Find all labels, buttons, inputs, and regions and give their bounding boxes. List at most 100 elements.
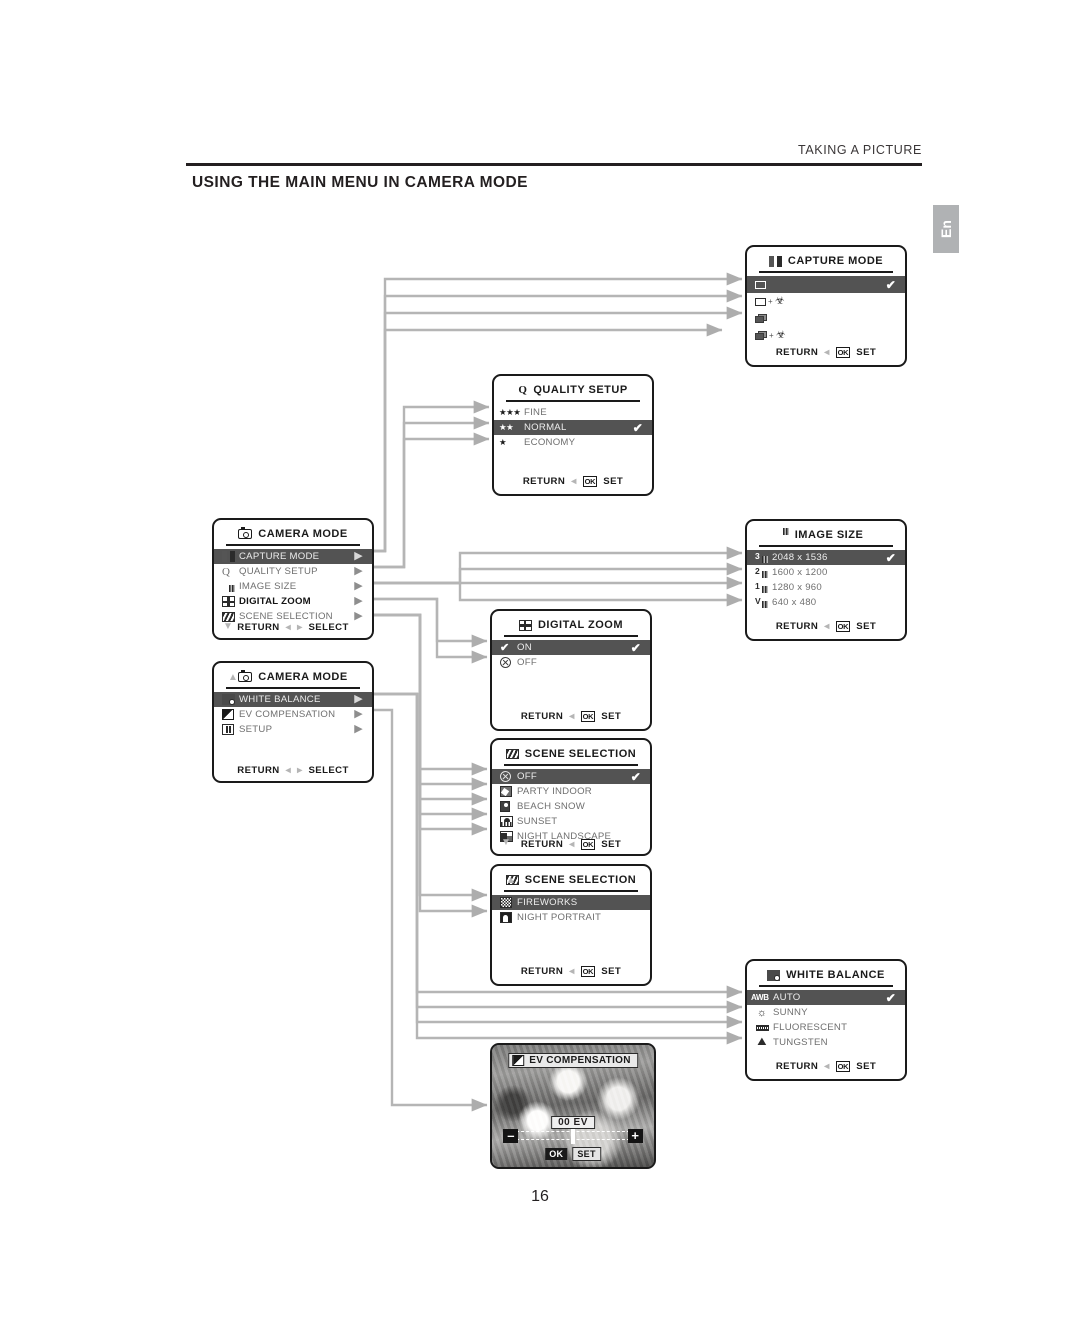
scene-selection-icon (222, 611, 239, 622)
ok-button[interactable]: OK (580, 711, 596, 722)
single-frame-icon (755, 280, 772, 289)
set-button[interactable]: SET (572, 1147, 601, 1161)
screen-footer: OK SET (545, 1147, 601, 1161)
ok-button[interactable]: OK (835, 621, 851, 632)
chevron-right-icon: ▶ (354, 723, 363, 735)
menu-item-640x480[interactable]: V 640 x 480 (747, 595, 905, 610)
menu-item-wb-auto[interactable]: AWB AUTO ✔ (747, 990, 905, 1005)
menu-item-label: 640 x 480 (772, 597, 817, 608)
menu-item-beach-snow[interactable]: BEACH SNOW (492, 799, 650, 814)
screen-scene-selection-page2: SCENE SELECTION ▲ FIREWORKS NIGHT PORTRA… (490, 864, 652, 986)
menu-item-wb-fluorescent[interactable]: FLUORESCENT (747, 1020, 905, 1035)
ev-slider-handle[interactable] (571, 1129, 575, 1144)
ok-button[interactable]: OK (580, 839, 596, 850)
menu-item-label: BEACH SNOW (517, 801, 586, 812)
screen-capture-mode: CAPTURE MODE ✔ + ☣ + ☣ RETURN ◂ OK SET (745, 245, 907, 367)
set-label[interactable]: SET (856, 1061, 876, 1072)
set-label[interactable]: SET (603, 476, 623, 487)
return-label[interactable]: RETURN (776, 347, 818, 358)
ok-button[interactable]: OK (580, 966, 596, 977)
select-label[interactable]: SELECT (308, 765, 348, 776)
menu-item-1600x1200[interactable]: 2 1600 x 1200 (747, 565, 905, 580)
setup-icon (222, 724, 239, 735)
menu-item-label: OFF (517, 657, 537, 668)
menu-item-quality-setup[interactable]: Q QUALITY SETUP ▶ (214, 564, 372, 579)
menu-item-fireworks[interactable]: FIREWORKS (492, 895, 650, 910)
set-label[interactable]: SET (601, 966, 621, 977)
ev-compensation-icon (512, 1055, 525, 1066)
set-label[interactable]: SET (856, 621, 876, 632)
menu-item-economy[interactable]: ★ ECONOMY (494, 435, 652, 450)
menu-item-normal[interactable]: ★★ NORMAL ✔ (494, 420, 652, 435)
return-label[interactable]: RETURN (521, 839, 563, 850)
menu-item-zoom-on[interactable]: ✔ ON ✔ (492, 640, 650, 655)
ev-slider[interactable] (511, 1129, 635, 1144)
scroll-up-icon: ▲ (506, 875, 516, 886)
set-label[interactable]: SET (856, 347, 876, 358)
ev-compensation-icon (222, 709, 239, 720)
party-indoor-icon (500, 786, 517, 797)
ok-button[interactable]: OK (835, 1061, 851, 1072)
ok-button[interactable]: OK (545, 1148, 568, 1160)
return-label[interactable]: RETURN (237, 622, 279, 633)
set-label[interactable]: SET (601, 839, 621, 850)
menu-item-single-frame[interactable]: ✔ (747, 276, 905, 293)
check-icon: ✔ (885, 550, 896, 565)
screen-footer: RETURN ◂ OK SET (747, 347, 905, 358)
screen-quality-setup: Q QUALITY SETUP ★★★ FINE ★★ NORMAL ✔ ★ E… (492, 374, 654, 496)
screen-title-row: CAMERA MODE (214, 520, 372, 544)
return-label[interactable]: RETURN (521, 711, 563, 722)
badge-text: 2 (755, 566, 760, 576)
set-label[interactable]: SET (601, 711, 621, 722)
menu-item-fine[interactable]: ★★★ FINE (494, 405, 652, 420)
chevron-right-icon: ▶ (354, 708, 363, 720)
ev-decrease-button[interactable]: – (503, 1128, 519, 1143)
menu-item-capture-mode[interactable]: CAPTURE MODE ▶ (214, 549, 372, 564)
return-label[interactable]: RETURN (237, 765, 279, 776)
menu-item-zoom-off[interactable]: OFF (492, 655, 650, 670)
screen-title-row: IMAGE SIZE (747, 521, 905, 545)
right-arrow-icon: ▸ (297, 622, 303, 633)
menu-item-night-portrait[interactable]: NIGHT PORTRAIT (492, 910, 650, 925)
screen-footer: RETURN ◂ ▸ SELECT (214, 622, 372, 633)
menu-item-sunset[interactable]: SUNSET (492, 814, 650, 829)
return-label[interactable]: RETURN (523, 476, 565, 487)
menu-item-scene-off[interactable]: OFF ✔ (492, 769, 650, 784)
stars-icon: ★ (499, 437, 507, 447)
menu-item-party-indoor[interactable]: PARTY INDOOR (492, 784, 650, 799)
menu-item-digital-zoom[interactable]: DIGITAL ZOOM ▶ (214, 594, 372, 609)
menu-item-ev-compensation[interactable]: EV COMPENSATION ▶ (214, 707, 372, 722)
menu-item-label: NORMAL (524, 422, 567, 433)
menu-item-label: SUNNY (773, 1007, 808, 1018)
menu-item-white-balance[interactable]: WHITE BALANCE ▶ (214, 692, 372, 707)
title-divider (759, 985, 893, 987)
select-label[interactable]: SELECT (308, 622, 348, 633)
ev-increase-button[interactable]: + (627, 1128, 643, 1143)
menu-item-2048x1536[interactable]: 3 2048 x 1536 ✔ (747, 550, 905, 565)
screen-footer: RETURN ◂ OK SET (492, 839, 650, 850)
screen-title: CAPTURE MODE (787, 255, 884, 267)
menu-item-burst-frames-macro[interactable]: + ☣ (747, 327, 905, 344)
menu-item-1280x960[interactable]: 1 1280 x 960 (747, 580, 905, 595)
single-frame-macro-icon: + ☣ (755, 296, 791, 307)
chevron-right-icon: ▶ (354, 595, 363, 607)
menu-item-burst-frames[interactable] (747, 310, 905, 327)
return-label[interactable]: RETURN (776, 1061, 818, 1072)
menu-item-label: FLUORESCENT (773, 1022, 848, 1033)
menu-item-single-frame-macro[interactable]: + ☣ (747, 293, 905, 310)
menu-item-wb-tungsten[interactable]: ⛰ TUNGSTEN (747, 1035, 905, 1050)
sunset-icon (500, 816, 517, 827)
ok-button[interactable]: OK (582, 476, 598, 487)
return-label[interactable]: RETURN (776, 621, 818, 632)
menu-item-image-size[interactable]: IMAGE SIZE ▶ (214, 579, 372, 594)
burst-frames-macro-icon: + ☣ (755, 330, 793, 341)
menu-item-setup[interactable]: SETUP ▶ (214, 722, 372, 737)
title-divider (226, 544, 360, 546)
return-label[interactable]: RETURN (521, 966, 563, 977)
left-arrow-icon: ◂ (569, 839, 575, 850)
badge-text: 3 (755, 551, 760, 561)
ok-button[interactable]: OK (835, 347, 851, 358)
menu-item-wb-sunny[interactable]: ☼ SUNNY (747, 1005, 905, 1020)
title-divider (504, 764, 638, 766)
screen-footer: RETURN ◂ OK SET (492, 966, 650, 977)
